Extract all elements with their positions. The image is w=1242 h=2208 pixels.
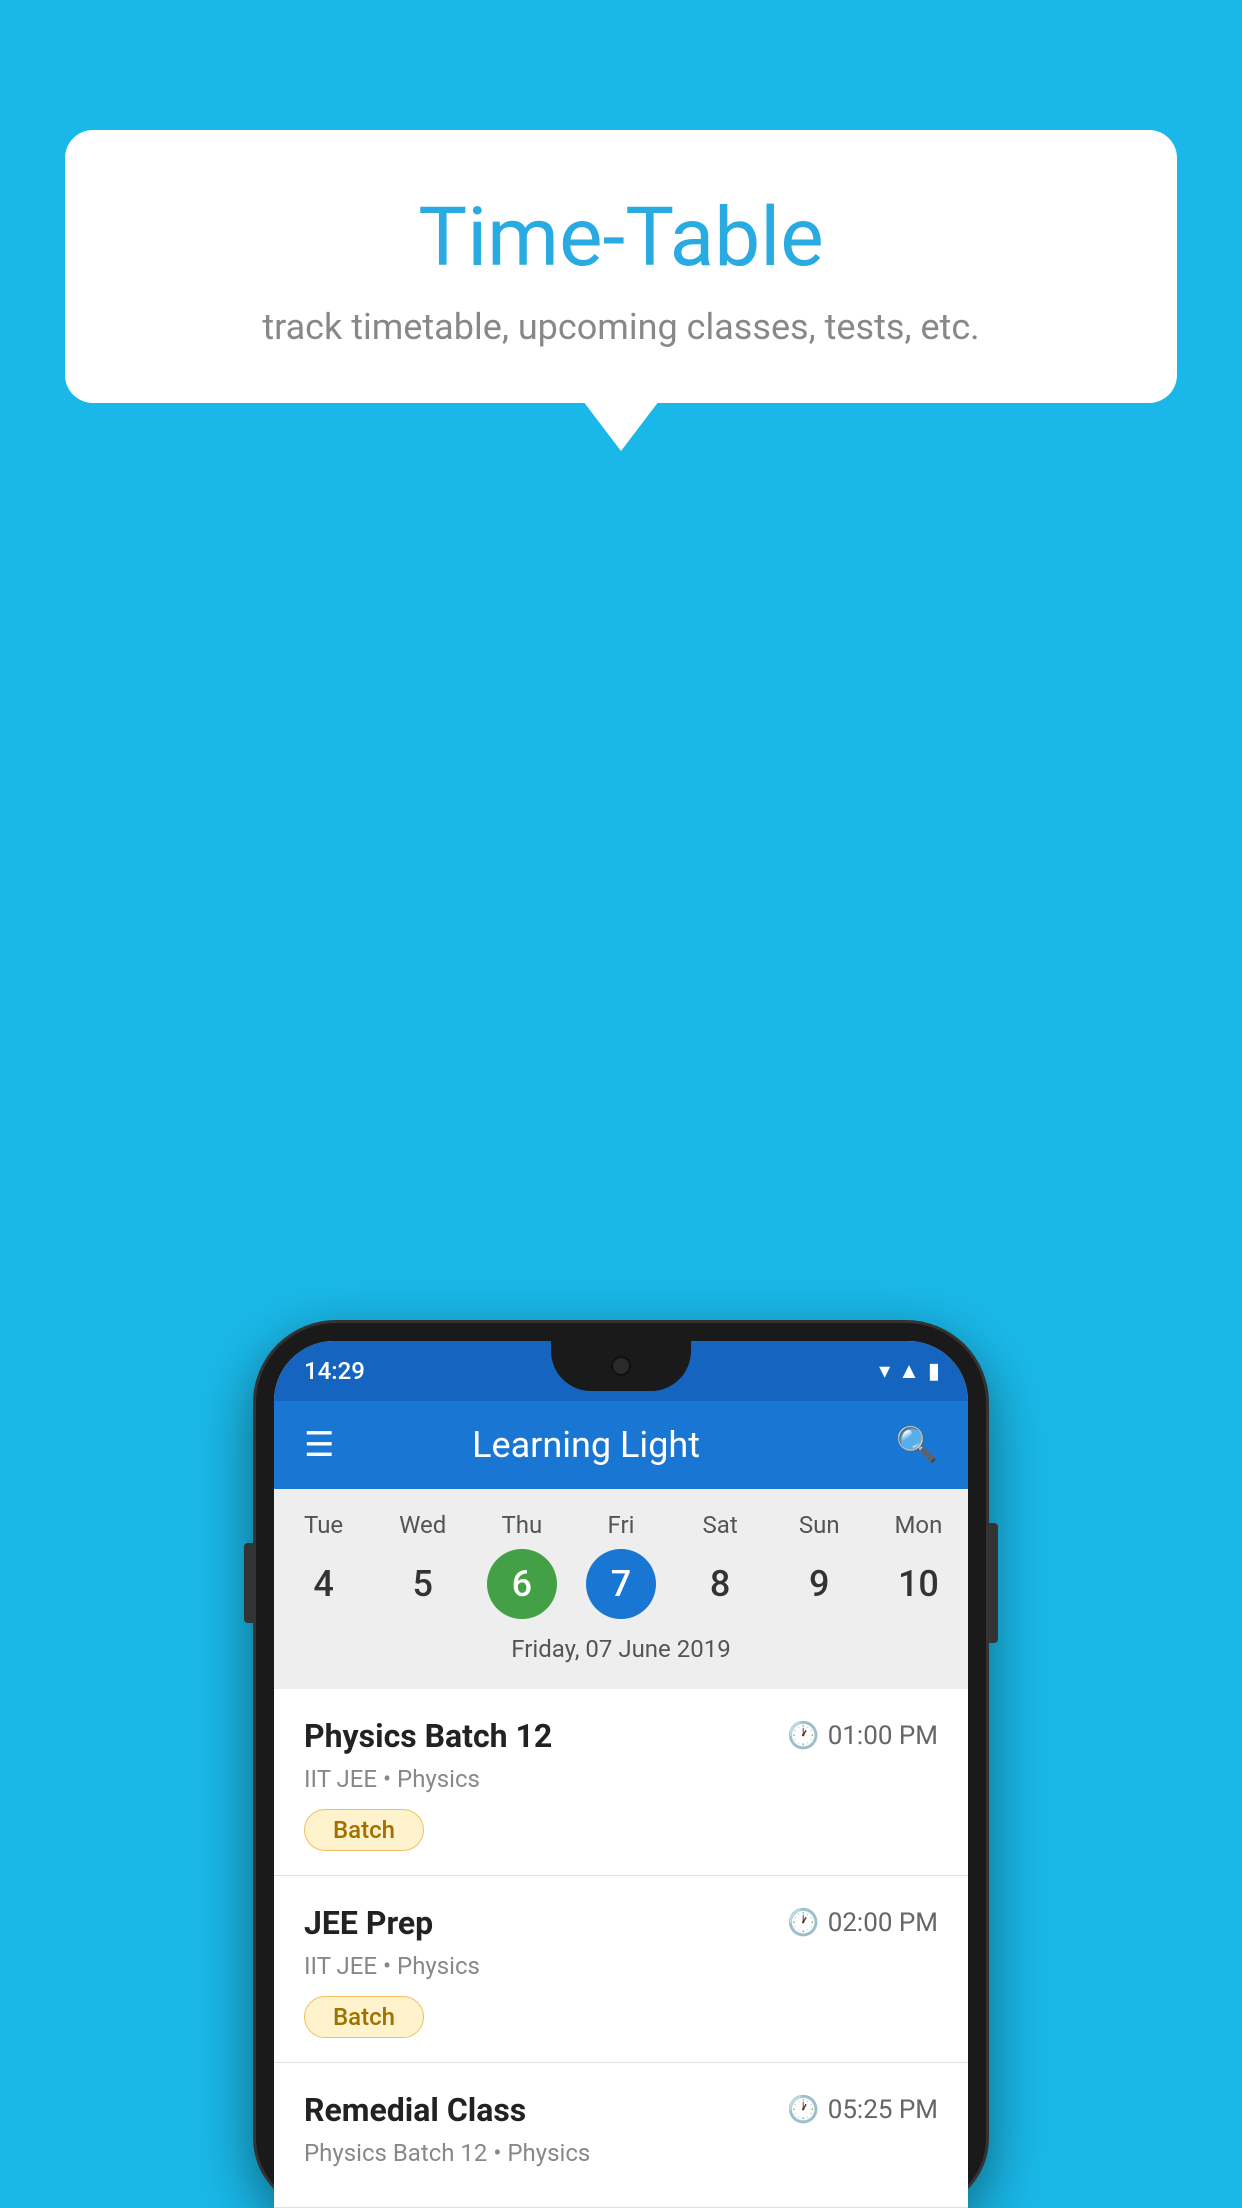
phone-screen: 14:29 ▾ ▲ ▮ ☰ Learning Light 🔍 Tue Wed T…	[274, 1341, 968, 2208]
class-item-1-header: Physics Batch 12 🕐 01:00 PM	[304, 1717, 938, 1755]
class-sub-3: Physics Batch 12 • Physics	[304, 2139, 938, 2167]
battery-icon: ▮	[928, 1359, 940, 1384]
notch	[551, 1341, 691, 1391]
search-icon[interactable]: 🔍	[896, 1425, 938, 1465]
day-header-wed: Wed	[373, 1511, 472, 1539]
day-6-today[interactable]: 6	[487, 1549, 557, 1619]
day-headers: Tue Wed Thu Fri Sat Sun Mon	[274, 1511, 968, 1539]
phone-wrapper: 14:29 ▾ ▲ ▮ ☰ Learning Light 🔍 Tue Wed T…	[256, 1323, 986, 2208]
bubble-subtitle: track timetable, upcoming classes, tests…	[115, 306, 1127, 348]
class-sub-2: IIT JEE • Physics	[304, 1952, 938, 1980]
clock-icon-1: 🕐	[787, 1721, 819, 1751]
phone-shell: 14:29 ▾ ▲ ▮ ☰ Learning Light 🔍 Tue Wed T…	[256, 1323, 986, 2208]
status-icons: ▾ ▲ ▮	[879, 1358, 940, 1384]
day-header-sun: Sun	[770, 1511, 869, 1539]
camera-dot	[611, 1356, 631, 1376]
class-time-1: 🕐 01:00 PM	[787, 1721, 938, 1751]
day-5[interactable]: 5	[373, 1549, 472, 1619]
app-bar-title: Learning Light	[358, 1424, 813, 1466]
day-numbers: 4 5 6 7 8 9 10	[274, 1549, 968, 1619]
day-header-tue: Tue	[274, 1511, 373, 1539]
calendar-strip: Tue Wed Thu Fri Sat Sun Mon 4 5 6 7 8 9 …	[274, 1489, 968, 1689]
bubble-title: Time-Table	[115, 190, 1127, 286]
day-10[interactable]: 10	[869, 1549, 968, 1619]
day-header-sat: Sat	[671, 1511, 770, 1539]
class-list: Physics Batch 12 🕐 01:00 PM IIT JEE • Ph…	[274, 1689, 968, 2208]
app-bar: ☰ Learning Light 🔍	[274, 1401, 968, 1489]
class-name-1: Physics Batch 12	[304, 1717, 552, 1755]
class-time-2: 🕐 02:00 PM	[787, 1908, 938, 1938]
class-item-2[interactable]: JEE Prep 🕐 02:00 PM IIT JEE • Physics Ba…	[274, 1876, 968, 2063]
clock-icon-3: 🕐	[787, 2095, 819, 2125]
day-header-thu: Thu	[472, 1511, 571, 1539]
status-bar: 14:29 ▾ ▲ ▮	[274, 1341, 968, 1401]
speech-bubble-area: Time-Table track timetable, upcoming cla…	[65, 130, 1177, 403]
wifi-icon: ▾	[879, 1359, 890, 1384]
batch-badge-2: Batch	[304, 1996, 424, 2038]
class-name-2: JEE Prep	[304, 1904, 433, 1942]
status-time: 14:29	[304, 1357, 365, 1385]
class-item-3-header: Remedial Class 🕐 05:25 PM	[304, 2091, 938, 2129]
signal-icon: ▲	[898, 1358, 920, 1384]
class-item-2-header: JEE Prep 🕐 02:00 PM	[304, 1904, 938, 1942]
class-item-1[interactable]: Physics Batch 12 🕐 01:00 PM IIT JEE • Ph…	[274, 1689, 968, 1876]
day-header-fri: Fri	[571, 1511, 670, 1539]
hamburger-icon[interactable]: ☰	[304, 1428, 334, 1462]
day-8[interactable]: 8	[671, 1549, 770, 1619]
class-name-3: Remedial Class	[304, 2091, 526, 2129]
class-sub-1: IIT JEE • Physics	[304, 1765, 938, 1793]
selected-date-label: Friday, 07 June 2019	[274, 1635, 968, 1679]
day-4[interactable]: 4	[274, 1549, 373, 1619]
class-item-3[interactable]: Remedial Class 🕐 05:25 PM Physics Batch …	[274, 2063, 968, 2208]
day-7-selected[interactable]: 7	[586, 1549, 656, 1619]
clock-icon-2: 🕐	[787, 1908, 819, 1938]
day-header-mon: Mon	[869, 1511, 968, 1539]
speech-bubble: Time-Table track timetable, upcoming cla…	[65, 130, 1177, 403]
day-9[interactable]: 9	[770, 1549, 869, 1619]
class-time-3: 🕐 05:25 PM	[787, 2095, 938, 2125]
batch-badge-1: Batch	[304, 1809, 424, 1851]
